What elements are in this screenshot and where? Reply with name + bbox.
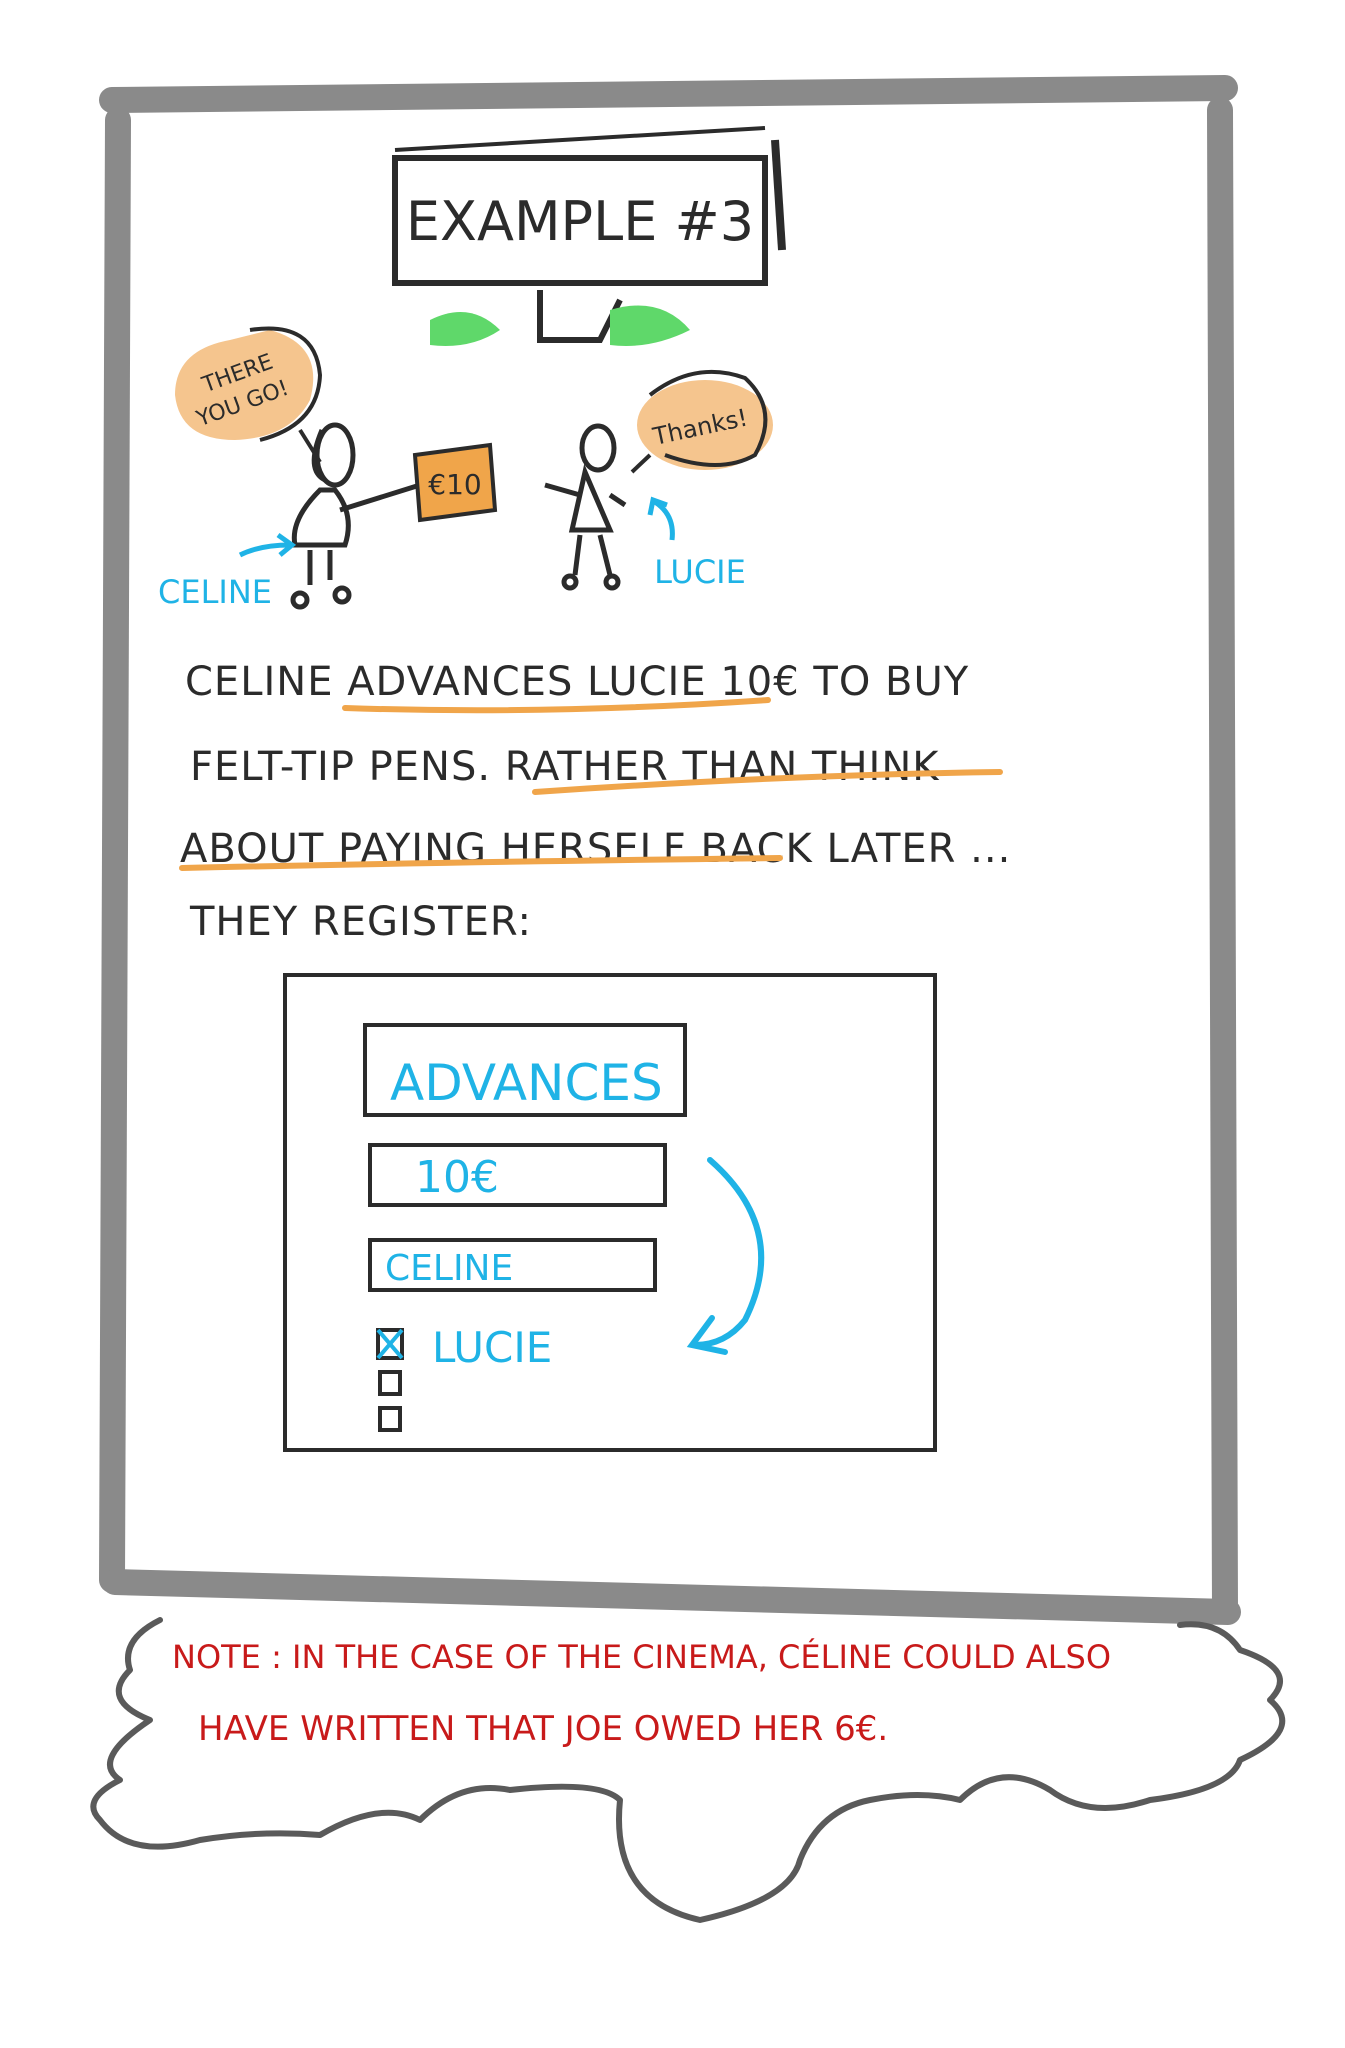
expense-type-value: ADVANCES: [390, 1054, 663, 1112]
celine-name: CELINE: [158, 573, 272, 611]
beneficiary-label-lucie: LUCIE: [432, 1323, 552, 1372]
title-sign: EXAMPLE #3: [392, 126, 786, 346]
payer-value: CELINE: [385, 1248, 513, 1289]
payer-to-beneficiary-arrow: [692, 1157, 765, 1348]
beneficiary-checkbox-lucie[interactable]: LUCIE: [376, 1323, 552, 1372]
banknote: €10: [412, 442, 498, 523]
beneficiary-checkbox-2[interactable]: [378, 1370, 402, 1396]
page-title: EXAMPLE #3: [406, 190, 754, 253]
note-line1: NOTE : IN THE CASE OF THE CINEMA, CÉLINE…: [172, 1638, 1111, 1676]
expense-form: ADVANCES 10€ CELINE LUCIE: [283, 973, 937, 1452]
amount-value: 10€: [415, 1152, 499, 1203]
note-line2: HAVE WRITTEN THAT JOE OWED HER 6€.: [198, 1709, 888, 1749]
lucie-name: LUCIE: [654, 553, 746, 591]
note-cloud: NOTE : IN THE CASE OF THE CINEMA, CÉLINE…: [90, 1617, 1286, 1923]
celine-label: CELINE: [158, 532, 297, 611]
speech-bubble-celine: THERE YOU GO!: [175, 326, 323, 464]
beneficiary-checkbox-3[interactable]: [378, 1406, 402, 1432]
speech-bubble-lucie: Thanks!: [630, 369, 773, 474]
narrative-text: CELINE ADVANCES LUCIE 10€ TO BUY FELT-TI…: [179, 659, 1010, 945]
narrative-line2: FELT-TIP PENS. RATHER THAN THINK: [190, 744, 940, 790]
narrative-line4: THEY REGISTER:: [189, 899, 532, 945]
banknote-label: €10: [428, 468, 481, 501]
sketch-scene: EXAMPLE #3 THERE YOU GO! €10 Thanks! CEL…: [90, 75, 1286, 1923]
narrative-line1: CELINE ADVANCES LUCIE 10€ TO BUY: [185, 659, 969, 705]
lucie-label: LUCIE: [647, 496, 746, 591]
lucie-figure: [544, 423, 627, 591]
